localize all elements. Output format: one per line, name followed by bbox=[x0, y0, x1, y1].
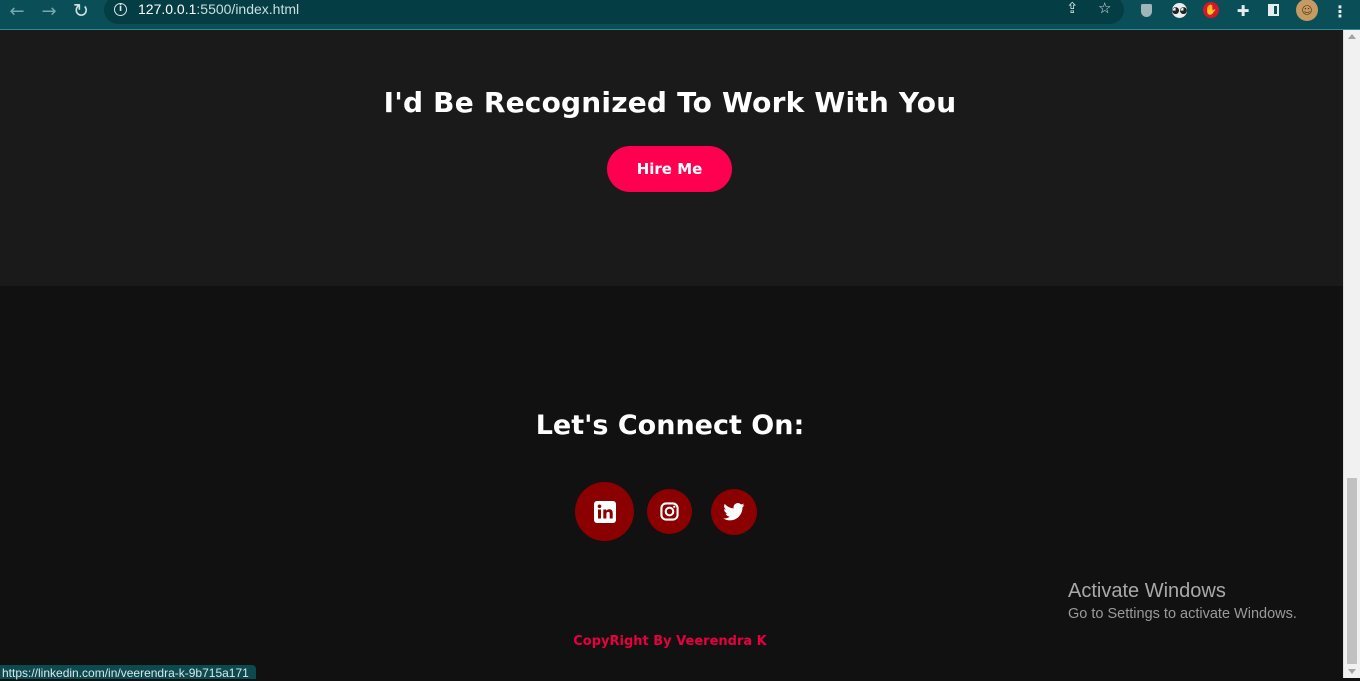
url-host: 127.0.0.1 bbox=[138, 1, 197, 17]
hire-me-button[interactable]: Hire Me bbox=[607, 146, 732, 192]
linkedin-icon bbox=[593, 500, 616, 523]
status-url-bubble: https://linkedin.com/in/veerendra-k-9b71… bbox=[0, 665, 256, 680]
hire-title: I'd Be Recognized To Work With You bbox=[383, 86, 957, 119]
copyright-text: CopyRight By Veerendra K bbox=[573, 634, 767, 649]
share-icon[interactable]: ⇪ bbox=[1066, 0, 1079, 17]
spy-extension-icon[interactable]: ◕◕ bbox=[1172, 3, 1187, 18]
scroll-thumb[interactable] bbox=[1347, 478, 1357, 664]
back-arrow-icon[interactable]: ← bbox=[5, 0, 29, 22]
linkedin-link[interactable] bbox=[575, 482, 634, 541]
twitter-icon bbox=[723, 503, 745, 521]
kebab-menu-icon[interactable]: ⋮ bbox=[1331, 2, 1349, 21]
connect-title: Let's Connect On: bbox=[535, 410, 805, 441]
activate-windows-watermark: Activate Windows Go to Settings to activ… bbox=[1068, 580, 1297, 622]
vertical-scrollbar[interactable] bbox=[1343, 30, 1360, 678]
url-path: :5500/index.html bbox=[196, 1, 300, 17]
hand-extension-icon[interactable]: ✋ bbox=[1203, 2, 1219, 18]
instagram-link[interactable] bbox=[647, 489, 692, 534]
reload-icon[interactable]: ↻ bbox=[69, 0, 93, 22]
site-info-icon[interactable]: i bbox=[114, 3, 127, 16]
scroll-up-arrow-icon[interactable] bbox=[1348, 34, 1356, 39]
bookmark-star-icon[interactable]: ☆ bbox=[1098, 0, 1111, 17]
scroll-down-arrow-icon[interactable] bbox=[1348, 669, 1356, 674]
side-panel-icon[interactable] bbox=[1268, 4, 1279, 16]
profile-avatar-icon[interactable]: ☺ bbox=[1296, 0, 1318, 21]
shield-extension-icon[interactable] bbox=[1141, 4, 1152, 17]
watermark-title: Activate Windows bbox=[1068, 580, 1226, 602]
forward-arrow-icon[interactable]: → bbox=[37, 0, 61, 22]
watermark-subtitle: Go to Settings to activate Windows. bbox=[1068, 606, 1297, 622]
instagram-icon bbox=[660, 502, 679, 521]
twitter-link[interactable] bbox=[711, 489, 757, 535]
hire-section: I'd Be Recognized To Work With You Hire … bbox=[0, 30, 1343, 286]
address-bar[interactable]: i 127.0.0.1:5500/index.html ⇪ ☆ bbox=[104, 0, 1124, 24]
puzzle-extensions-icon[interactable]: ✚ bbox=[1234, 2, 1252, 20]
url-text[interactable]: 127.0.0.1:5500/index.html bbox=[138, 1, 299, 17]
browser-toolbar: ← → ↻ i 127.0.0.1:5500/index.html ⇪ ☆ ◕◕… bbox=[0, 0, 1360, 30]
